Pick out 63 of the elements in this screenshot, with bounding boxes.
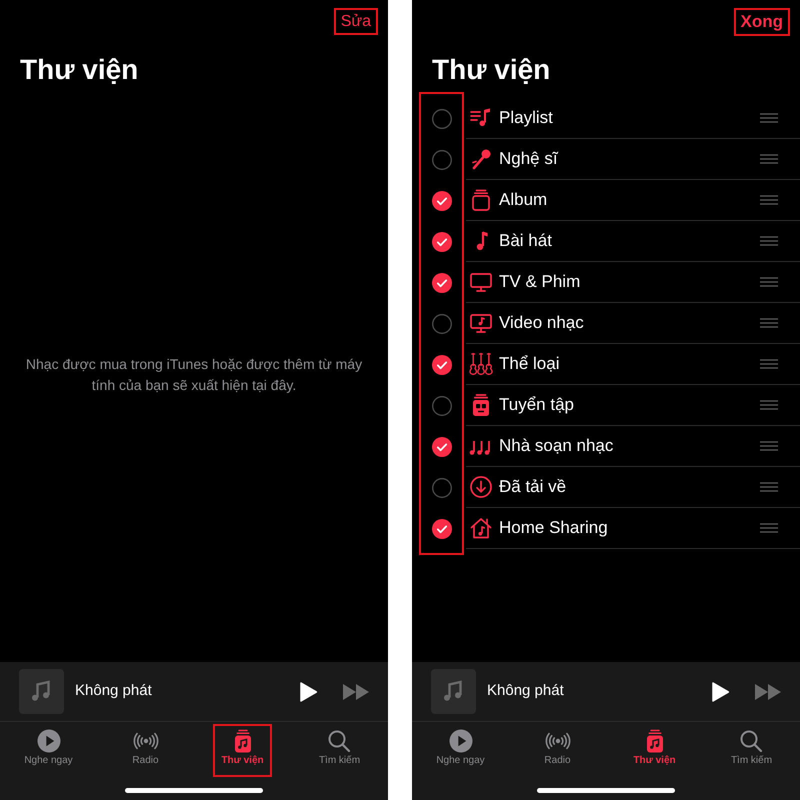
item-label: Đã tải về: [499, 476, 566, 498]
item-label: Tuyển tập: [499, 394, 574, 416]
drag-handle-icon[interactable]: [760, 523, 778, 533]
search-icon: [327, 729, 352, 753]
drag-handle-icon[interactable]: [760, 441, 778, 451]
drag-handle-icon[interactable]: [760, 236, 778, 246]
drag-handle-icon[interactable]: [760, 277, 778, 287]
checkbox[interactable]: [432, 354, 452, 374]
stacked-album-icon: [469, 188, 493, 212]
drag-handle-icon[interactable]: [760, 482, 778, 492]
page-title: Thư viện: [431, 53, 552, 87]
item-label: TV & Phim: [499, 271, 580, 293]
tab[interactable]: Thư viện: [627, 726, 682, 775]
play-circle-icon: [36, 729, 60, 753]
tab[interactable]: Nghe ngay: [430, 726, 491, 775]
item-label: Nhà soạn nhạc: [499, 435, 614, 457]
drag-handle-icon[interactable]: [760, 195, 778, 205]
now-playing-title: Không phát: [487, 681, 564, 702]
tv-icon: [469, 270, 493, 294]
checkbox[interactable]: [432, 108, 452, 128]
drag-handle-icon[interactable]: [760, 154, 778, 164]
drag-handle-icon[interactable]: [760, 318, 778, 328]
house-note-icon: [469, 516, 493, 540]
checkbox[interactable]: [432, 150, 452, 170]
tab[interactable]: Tìm kiếm: [724, 726, 778, 775]
tab[interactable]: Tìm kiếm: [312, 726, 366, 775]
microphone-icon: [469, 147, 493, 171]
checkbox[interactable]: [432, 436, 452, 456]
page-title: Thư viện: [19, 53, 140, 87]
checkbox[interactable]: [432, 232, 452, 252]
play-icon[interactable]: [300, 682, 317, 702]
artwork-placeholder-icon: [431, 669, 476, 714]
item-label: Album: [499, 189, 548, 211]
edit-button[interactable]: Sửa: [336, 10, 376, 33]
drag-handle-icon[interactable]: [760, 113, 778, 123]
item-label: Home Sharing: [499, 517, 608, 539]
checkbox[interactable]: [432, 190, 452, 210]
done-button[interactable]: Xong: [736, 10, 788, 34]
play-circle-icon: [448, 729, 472, 753]
search-icon: [739, 729, 764, 753]
tab[interactable]: Thư viện: [215, 726, 270, 775]
play-icon[interactable]: [712, 682, 729, 702]
item-label: Thể loại: [499, 353, 560, 375]
tv-note-icon: [469, 311, 493, 335]
now-playing-title: Không phát: [75, 681, 152, 702]
checkbox[interactable]: [432, 518, 452, 538]
tab[interactable]: Nghe ngay: [18, 726, 79, 775]
checkbox[interactable]: [432, 314, 452, 334]
checkbox[interactable]: [432, 478, 452, 498]
item-label: Playlist: [499, 107, 553, 129]
tab[interactable]: Radio: [538, 726, 578, 775]
drag-handle-icon[interactable]: [760, 359, 778, 369]
artwork-placeholder-icon: [19, 669, 64, 714]
download-icon: [469, 475, 493, 499]
item-label: Nghệ sĩ: [499, 148, 558, 170]
drag-handle-icon[interactable]: [760, 400, 778, 410]
item-label: Video nhạc: [499, 312, 584, 334]
checkbox[interactable]: [432, 272, 452, 292]
item-label: Bài hát: [499, 230, 552, 252]
empty-state-message: Nhạc được mua trong iTunes hoặc được thêm từ máy tính của bạn sẽ xuất hiện tại đây.: [24, 354, 364, 395]
checkbox[interactable]: [432, 396, 452, 416]
tab[interactable]: Radio: [126, 726, 166, 775]
guitars-icon: [469, 352, 493, 376]
